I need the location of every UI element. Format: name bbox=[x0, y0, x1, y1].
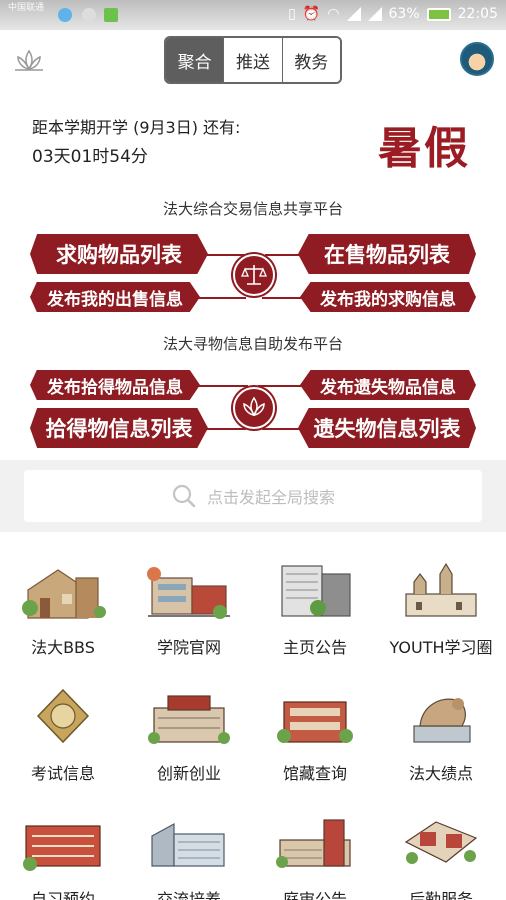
lostfound-platform-title: 法大寻物信息自助发布平台 bbox=[162, 335, 343, 353]
exam-medal-icon bbox=[36, 688, 90, 744]
signal-2g-icon bbox=[367, 7, 382, 21]
lotus-logo-icon[interactable] bbox=[12, 48, 46, 74]
grid-item-label: 法大绩点 bbox=[408, 764, 473, 783]
grid-item-library[interactable]: 馆藏查询 bbox=[252, 686, 378, 804]
grid-item-label: 学院官网 bbox=[156, 638, 221, 657]
college-building-icon bbox=[147, 567, 230, 619]
trade-platform-title: 法大综合交易信息共享平台 bbox=[162, 200, 343, 218]
innovation-building-icon bbox=[148, 695, 230, 744]
bbs-building-icon bbox=[22, 569, 106, 619]
tab-aggregate[interactable]: 聚合 bbox=[166, 38, 225, 82]
exchange-building-icon bbox=[151, 822, 225, 867]
top-segmented-tabs: 聚合 推送 教务 bbox=[164, 36, 342, 84]
connector-line bbox=[205, 254, 245, 256]
alarm-icon: ⏰ bbox=[302, 6, 321, 22]
connector-line bbox=[262, 297, 304, 299]
court-building-icon bbox=[276, 819, 351, 868]
grid-item-youth[interactable]: YOUTH学习圈 bbox=[378, 560, 504, 678]
notification-icon bbox=[82, 8, 96, 22]
announcement-building-icon bbox=[281, 565, 351, 617]
countdown-label: 距本学期开学 (9月3日) 还有: bbox=[32, 118, 241, 137]
sale-list-button[interactable]: 在售物品列表 bbox=[298, 234, 476, 274]
publish-lost-button[interactable]: 发布遗失物品信息 bbox=[300, 370, 476, 400]
scales-emblem-icon bbox=[233, 254, 275, 296]
grid-item-bbs[interactable]: 法大BBS bbox=[0, 560, 126, 678]
grid-item-label: 馆藏查询 bbox=[282, 764, 347, 783]
battery-percent: 63% bbox=[388, 6, 420, 22]
carrier-label: 中国联通 bbox=[8, 3, 45, 13]
grid-item-label: 考试信息 bbox=[30, 764, 95, 783]
connector-line bbox=[262, 428, 302, 430]
clock: 22:05 bbox=[457, 6, 498, 22]
grid-item-exchange[interactable]: 交流培养 bbox=[126, 812, 252, 900]
publish-found-button[interactable]: 发布拾得物品信息 bbox=[30, 370, 200, 400]
grid-item-gpa[interactable]: 法大绩点 bbox=[378, 686, 504, 804]
search-icon bbox=[172, 484, 196, 508]
grid-item-label: YOUTH学习圈 bbox=[389, 638, 493, 657]
app-notification-icon bbox=[104, 8, 118, 22]
grid-item-label: 庭审公告 bbox=[282, 890, 347, 900]
vibrate-icon: ▯ bbox=[288, 6, 296, 22]
lost-list-button[interactable]: 遗失物信息列表 bbox=[298, 408, 476, 448]
grid-item-college-site[interactable]: 学院官网 bbox=[126, 560, 252, 678]
statue-icon bbox=[413, 698, 471, 743]
connector-line bbox=[204, 428, 246, 430]
grid-item-exam[interactable]: 考试信息 bbox=[0, 686, 126, 804]
status-bar: 中国联通 ▯ ⏰ ◠ 63% 22:05 bbox=[0, 0, 506, 30]
grid-item-logistics[interactable]: 后勤服务 bbox=[378, 812, 504, 900]
grid-item-announcement[interactable]: 主页公告 bbox=[252, 560, 378, 678]
connector-line bbox=[258, 385, 302, 387]
grid-item-label: 自习预约 bbox=[30, 890, 95, 900]
library-building-icon bbox=[277, 701, 353, 743]
search-placeholder: 点击发起全局搜索 bbox=[206, 488, 335, 507]
tab-push[interactable]: 推送 bbox=[224, 38, 283, 82]
grid-item-label: 后勤服务 bbox=[408, 890, 473, 900]
grid-item-court[interactable]: 庭审公告 bbox=[252, 812, 378, 900]
buy-list-button[interactable]: 求购物品列表 bbox=[30, 234, 208, 274]
battery-icon bbox=[426, 7, 451, 21]
global-search-box[interactable]: 点击发起全局搜索 bbox=[24, 470, 482, 522]
connector-line bbox=[196, 297, 246, 299]
connector-line bbox=[265, 254, 301, 256]
grid-item-label: 交流培养 bbox=[156, 890, 221, 900]
season-badge: 暑假 bbox=[378, 123, 470, 174]
publish-sale-button[interactable]: 发布我的出售信息 bbox=[30, 282, 200, 312]
study-building-icon bbox=[23, 825, 101, 871]
publish-buy-button[interactable]: 发布我的求购信息 bbox=[300, 282, 476, 312]
wifi-icon: ◠ bbox=[327, 6, 340, 22]
tab-academic[interactable]: 教务 bbox=[282, 38, 340, 82]
user-avatar[interactable] bbox=[460, 42, 494, 76]
grid-item-label: 主页公告 bbox=[282, 638, 347, 657]
connector-line bbox=[196, 385, 248, 387]
download-icon bbox=[58, 8, 72, 22]
grid-item-label: 创新创业 bbox=[156, 764, 221, 783]
countdown-value: 03天01时54分 bbox=[32, 147, 148, 167]
grid-item-label: 法大BBS bbox=[31, 638, 95, 657]
grid-item-study-booking[interactable]: 自习预约 bbox=[0, 812, 126, 900]
lotus-emblem-icon bbox=[233, 387, 275, 429]
youth-castle-icon bbox=[405, 562, 477, 617]
found-list-button[interactable]: 拾得物信息列表 bbox=[30, 408, 208, 448]
signal-4g-icon bbox=[346, 7, 361, 21]
grid-item-innovation[interactable]: 创新创业 bbox=[126, 686, 252, 804]
logistics-campus-icon bbox=[404, 821, 478, 864]
